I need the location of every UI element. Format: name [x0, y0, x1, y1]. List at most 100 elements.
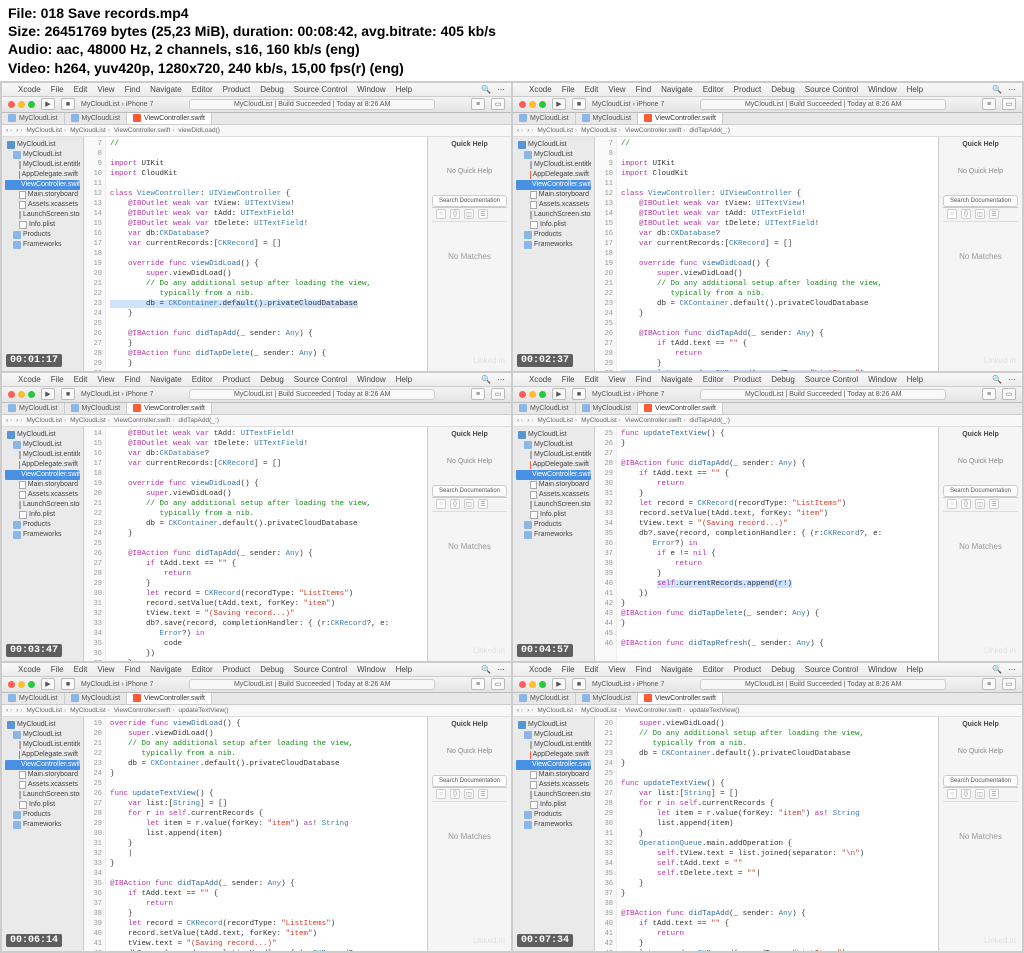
menu-source-control[interactable]: Source Control — [294, 375, 347, 384]
menu-find[interactable]: Find — [125, 665, 141, 674]
panel-toggle-button[interactable]: ▭ — [491, 388, 505, 400]
file-item-4[interactable]: Assets.xcassets — [5, 780, 80, 790]
file-item-2[interactable]: ViewController.swift — [5, 760, 80, 770]
tab-2[interactable]: ViewController.swift — [638, 113, 723, 124]
panel-toggle-button[interactable]: ▭ — [491, 98, 505, 110]
menu-source-control[interactable]: Source Control — [294, 665, 347, 674]
jump-method[interactable]: didTapAdd(_:) — [689, 127, 729, 134]
project-root[interactable]: MyCloudList — [5, 720, 80, 730]
file-item-0[interactable]: MyCloudList.entitlements — [5, 160, 80, 170]
line-gutter[interactable]: 1415161718192021222324252627282930313233… — [84, 427, 106, 661]
menu-xcode[interactable]: Xcode — [18, 85, 41, 94]
jump-segment[interactable]: ViewController.swift — [625, 417, 686, 424]
menu-editor[interactable]: Editor — [192, 665, 213, 674]
tab-1[interactable]: MyCloudList — [576, 113, 639, 124]
menu-help[interactable]: Help — [396, 375, 412, 384]
minimize-window-button[interactable] — [529, 681, 536, 688]
window-controls[interactable] — [8, 391, 35, 398]
frameworks-folder[interactable]: Frameworks — [5, 240, 80, 250]
zoom-window-button[interactable] — [539, 681, 546, 688]
menu-editor[interactable]: Editor — [192, 375, 213, 384]
menu-file[interactable]: File — [562, 85, 575, 94]
run-button[interactable]: ▶ — [552, 98, 566, 110]
run-button[interactable]: ▶ — [552, 678, 566, 690]
tab-1[interactable]: MyCloudList — [65, 693, 128, 704]
jump-segment[interactable]: MyCloudList — [537, 127, 577, 134]
scheme-selector[interactable]: MyCloudList › iPhone 7 — [81, 101, 153, 108]
file-item-4[interactable]: Assets.xcassets — [5, 200, 80, 210]
menu-source-control[interactable]: Source Control — [805, 665, 858, 674]
file-item-4[interactable]: Assets.xcassets — [516, 490, 591, 500]
menu-file[interactable]: File — [51, 375, 64, 384]
file-item-2[interactable]: ViewController.swift — [516, 180, 591, 190]
library-toolbar[interactable]: ○ {} ◫ ☰ — [943, 208, 1018, 222]
file-item-6[interactable]: Info.plist — [516, 220, 591, 230]
library-toolbar[interactable]: ○ {} ◫ ☰ — [432, 208, 507, 222]
scheme-selector[interactable]: MyCloudList › iPhone 7 — [592, 101, 664, 108]
menu-view[interactable]: View — [608, 665, 625, 674]
jump-method[interactable]: didTapAdd(_:) — [689, 417, 729, 424]
search-docs-button[interactable]: Search Documentation — [432, 775, 507, 787]
window-controls[interactable] — [519, 391, 546, 398]
tab-bar[interactable]: MyCloudListMyCloudListViewController.swi… — [513, 693, 1022, 705]
jump-bar[interactable]: ‹ › MyCloudListMyCloudListViewController… — [513, 705, 1022, 717]
tab-bar[interactable]: MyCloudListMyCloudListViewController.swi… — [2, 693, 511, 705]
search-icon[interactable]: 🔍 — [481, 665, 491, 674]
library-btn-2[interactable]: {} — [450, 499, 460, 509]
file-item-2[interactable]: ViewController.swift — [516, 760, 591, 770]
group-folder[interactable]: MyCloudList — [516, 440, 591, 450]
line-gutter[interactable]: 7891011121314151617181920212223242526272… — [84, 137, 106, 371]
jump-bar[interactable]: ‹ › MyCloudListMyCloudListViewController… — [513, 125, 1022, 137]
editor-mode-button[interactable]: ≡ — [982, 388, 996, 400]
zoom-window-button[interactable] — [28, 101, 35, 108]
scheme-selector[interactable]: MyCloudList › iPhone 7 — [592, 681, 664, 688]
tab-2[interactable]: ViewController.swift — [127, 113, 212, 124]
tab-0[interactable]: MyCloudList — [2, 403, 65, 414]
jump-bar[interactable]: ‹ › MyCloudListMyCloudListViewController… — [2, 415, 511, 427]
jump-segment[interactable]: MyCloudList — [70, 127, 110, 134]
library-toolbar[interactable]: ○ {} ◫ ☰ — [943, 788, 1018, 802]
file-item-1[interactable]: AppDelegate.swift — [516, 170, 591, 180]
menu-window[interactable]: Window — [357, 375, 385, 384]
minimize-window-button[interactable] — [18, 101, 25, 108]
jump-segment[interactable]: MyCloudList — [537, 417, 577, 424]
search-icon[interactable]: 🔍 — [481, 375, 491, 384]
tab-2[interactable]: ViewController.swift — [638, 693, 723, 704]
library-btn-1[interactable]: ○ — [436, 789, 446, 799]
panel-toggle-button[interactable]: ▭ — [1002, 388, 1016, 400]
tab-0[interactable]: MyCloudList — [513, 403, 576, 414]
group-folder[interactable]: MyCloudList — [516, 150, 591, 160]
jump-method[interactable]: updateTextView() — [178, 707, 228, 714]
menu-source-control[interactable]: Source Control — [805, 85, 858, 94]
menu-xcode[interactable]: Xcode — [529, 85, 552, 94]
editor-mode-button[interactable]: ≡ — [471, 98, 485, 110]
file-item-4[interactable]: Assets.xcassets — [5, 490, 80, 500]
menu-find[interactable]: Find — [636, 85, 652, 94]
close-window-button[interactable] — [8, 101, 15, 108]
library-toolbar[interactable]: ○ {} ◫ ☰ — [432, 498, 507, 512]
zoom-window-button[interactable] — [28, 681, 35, 688]
menu-editor[interactable]: Editor — [192, 85, 213, 94]
library-btn-3[interactable]: ◫ — [975, 209, 985, 219]
products-folder[interactable]: Products — [5, 230, 80, 240]
menu-product[interactable]: Product — [734, 665, 762, 674]
navigator-sidebar[interactable]: MyCloudList MyCloudList MyCloudList.enti… — [513, 427, 595, 661]
close-window-button[interactable] — [519, 681, 526, 688]
code-editor[interactable]: 7891011121314151617181920212223242526272… — [84, 137, 427, 371]
code-editor[interactable]: 7891011121314151617181920212223242526272… — [595, 137, 938, 371]
menu-edit[interactable]: Edit — [585, 85, 599, 94]
project-root[interactable]: MyCloudList — [516, 720, 591, 730]
zoom-window-button[interactable] — [28, 391, 35, 398]
tab-bar[interactable]: MyCloudListMyCloudListViewController.swi… — [2, 113, 511, 125]
file-item-4[interactable]: Assets.xcassets — [516, 200, 591, 210]
menu-xcode[interactable]: Xcode — [18, 665, 41, 674]
line-gutter[interactable]: 7891011121314151617181920212223242526272… — [595, 137, 617, 371]
editor-mode-button[interactable]: ≡ — [982, 678, 996, 690]
menu-navigate[interactable]: Navigate — [661, 665, 693, 674]
scheme-selector[interactable]: MyCloudList › iPhone 7 — [81, 681, 153, 688]
menubar[interactable]: XcodeFileEditViewFindNavigateEditorProdu… — [513, 663, 1022, 677]
tab-bar[interactable]: MyCloudListMyCloudListViewController.swi… — [2, 403, 511, 415]
library-btn-4[interactable]: ☰ — [478, 209, 488, 219]
panel-toggle-button[interactable]: ▭ — [1002, 678, 1016, 690]
tab-bar[interactable]: MyCloudListMyCloudListViewController.swi… — [513, 113, 1022, 125]
